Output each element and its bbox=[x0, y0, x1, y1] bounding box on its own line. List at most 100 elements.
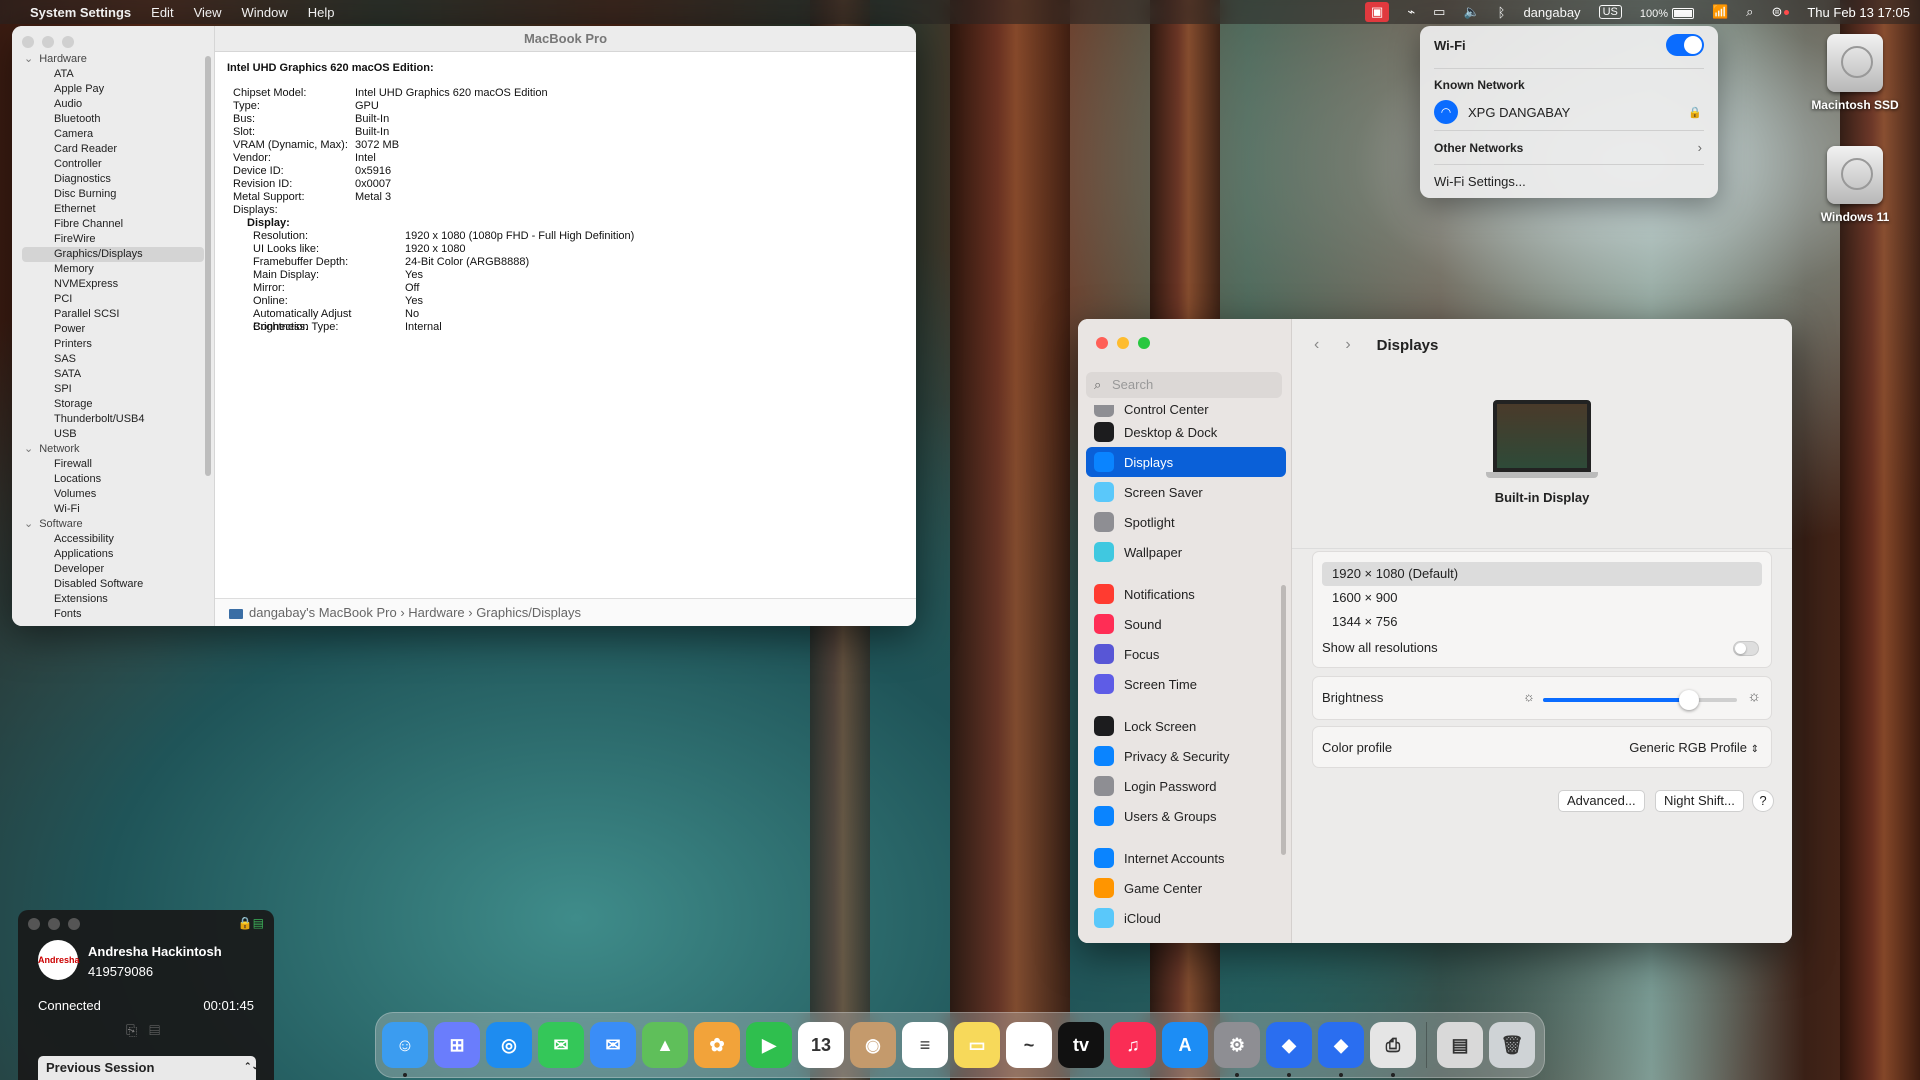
bluetooth-icon[interactable]: ᛒ bbox=[1498, 5, 1506, 20]
sidebar-item-spotlight[interactable]: Spotlight bbox=[1086, 507, 1286, 537]
control-center-icon[interactable]: ⊜ bbox=[1771, 4, 1790, 20]
dock-facetime[interactable]: ▶ bbox=[746, 1022, 792, 1068]
dock-finder[interactable]: ☺ bbox=[382, 1022, 428, 1077]
menu-help[interactable]: Help bbox=[308, 5, 335, 20]
dock-freeform[interactable]: ~ bbox=[1006, 1022, 1052, 1068]
sidebar-item[interactable]: Applications bbox=[12, 547, 214, 562]
battery-status[interactable]: 100% bbox=[1640, 5, 1694, 20]
minimize-button[interactable] bbox=[1117, 337, 1129, 349]
sidebar-item-sound[interactable]: Sound bbox=[1086, 609, 1286, 639]
resolution-option[interactable]: 1920 × 1080 (Default) bbox=[1322, 562, 1762, 586]
brightness-slider[interactable] bbox=[1543, 690, 1737, 710]
chevron-right-icon[interactable]: › bbox=[1698, 140, 1702, 155]
sidebar-item-internet-accounts[interactable]: Internet Accounts bbox=[1086, 843, 1286, 873]
sidebar-item[interactable]: Ethernet bbox=[12, 202, 214, 217]
dock-notes[interactable]: ▭ bbox=[954, 1022, 1000, 1068]
sidebar-item[interactable]: Printers bbox=[12, 337, 214, 352]
activity-monitor-icon[interactable]: ⌁ bbox=[1407, 4, 1415, 20]
wifi-icon[interactable]: 📶 bbox=[1712, 4, 1728, 20]
sidebar-item[interactable]: Accessibility bbox=[12, 532, 214, 547]
sidebar-item[interactable]: Disc Burning bbox=[12, 187, 214, 202]
dock-downloads[interactable]: ▤ bbox=[1437, 1022, 1483, 1068]
sidebar-item[interactable]: Diagnostics bbox=[12, 172, 214, 187]
dock-maps[interactable]: ▲ bbox=[642, 1022, 688, 1068]
laptop-icon[interactable] bbox=[1493, 400, 1591, 472]
chat-icon[interactable]: ▤ bbox=[149, 1022, 172, 1038]
dock-photos[interactable]: ✿ bbox=[694, 1022, 740, 1068]
show-all-toggle[interactable] bbox=[1733, 641, 1759, 656]
sidebar-item[interactable]: Parallel SCSI bbox=[12, 307, 214, 322]
app-menu[interactable]: System Settings bbox=[30, 5, 131, 20]
display-icon[interactable]: ▭ bbox=[1433, 4, 1445, 20]
sidebar-scrollbar[interactable] bbox=[1281, 585, 1286, 855]
other-networks[interactable]: Other Networks bbox=[1434, 141, 1523, 155]
sidebar-item[interactable]: Bluetooth bbox=[12, 112, 214, 127]
sidebar-item-login-password[interactable]: Login Password bbox=[1086, 771, 1286, 801]
sidebar-item[interactable]: SAS bbox=[12, 352, 214, 367]
dock-teamviewer[interactable]: ◆ bbox=[1266, 1022, 1312, 1077]
dock-system-settings[interactable]: ⚙ bbox=[1214, 1022, 1260, 1077]
dock-teamviewer-session[interactable]: ◆ bbox=[1318, 1022, 1364, 1077]
spotlight-icon[interactable]: ⌕ bbox=[1746, 4, 1753, 20]
file-transfer-icon[interactable]: ⎘ bbox=[126, 1022, 149, 1038]
sidebar-item[interactable]: SPI bbox=[12, 382, 214, 397]
sidebar-item-notifications[interactable]: Notifications bbox=[1086, 579, 1286, 609]
sidebar-item[interactable]: Fibre Channel bbox=[12, 217, 214, 232]
sidebar-item[interactable]: Camera bbox=[12, 127, 214, 142]
menu-window[interactable]: Window bbox=[242, 5, 288, 20]
resolution-option[interactable]: 1600 × 900 bbox=[1322, 586, 1762, 610]
sidebar-item-users-groups[interactable]: Users & Groups bbox=[1086, 801, 1286, 831]
slider-knob[interactable] bbox=[1678, 690, 1699, 710]
sidebar-item-desktop-dock[interactable]: Desktop & Dock bbox=[1086, 417, 1286, 447]
sidebar-item[interactable]: Disabled Software bbox=[12, 577, 214, 592]
sidebar-item[interactable]: Apple Pay bbox=[12, 82, 214, 97]
dock-trash[interactable]: 🗑 bbox=[1489, 1022, 1535, 1068]
dock-messages[interactable]: ✉ bbox=[538, 1022, 584, 1068]
sidebar-item-displays[interactable]: Displays bbox=[1086, 447, 1286, 477]
sidebar-item-lock-screen[interactable]: Lock Screen bbox=[1086, 711, 1286, 741]
dock-launchpad[interactable]: ⊞ bbox=[434, 1022, 480, 1068]
advanced-button[interactable]: Advanced... bbox=[1558, 790, 1645, 812]
sidebar-item[interactable]: FireWire bbox=[12, 232, 214, 247]
sidebar-item[interactable]: Wi-Fi bbox=[12, 502, 214, 517]
minimize-button[interactable] bbox=[48, 918, 60, 930]
close-button[interactable] bbox=[1096, 337, 1108, 349]
dock-mail[interactable]: ✉ bbox=[590, 1022, 636, 1068]
sidebar-item-icloud[interactable]: iCloud bbox=[1086, 903, 1286, 933]
sidebar-item-game-center[interactable]: Game Center bbox=[1086, 873, 1286, 903]
sidebar-item-screen-saver[interactable]: Screen Saver bbox=[1086, 477, 1286, 507]
sidebar-item[interactable]: ATA bbox=[12, 67, 214, 82]
sidebar-item-control-center[interactable]: Control Center bbox=[1086, 405, 1286, 417]
color-profile-select[interactable]: Generic RGB Profile ⇕ bbox=[1629, 740, 1759, 755]
sidebar-item[interactable]: Extensions bbox=[12, 592, 214, 607]
sidebar-item[interactable]: Storage bbox=[12, 397, 214, 412]
sidebar-item[interactable]: Thunderbolt/USB4 bbox=[12, 412, 214, 427]
lock-chat-icon[interactable]: 🔒▤ bbox=[238, 916, 264, 930]
dock-printer[interactable]: ⎙ bbox=[1370, 1022, 1416, 1077]
dock-reminders[interactable]: ≡ bbox=[902, 1022, 948, 1068]
sidebar-group[interactable]: Software bbox=[12, 517, 214, 532]
close-button[interactable] bbox=[28, 918, 40, 930]
volume-icon[interactable]: 🔈 bbox=[1463, 4, 1479, 20]
sidebar-item[interactable]: USB bbox=[12, 427, 214, 442]
menubar-user[interactable]: dangabay bbox=[1523, 5, 1580, 20]
dock-tv[interactable]: tv bbox=[1058, 1022, 1104, 1068]
help-button[interactable]: ? bbox=[1752, 790, 1774, 812]
wifi-settings-link[interactable]: Wi-Fi Settings... bbox=[1434, 174, 1526, 189]
dock-safari[interactable]: ◎ bbox=[486, 1022, 532, 1068]
sidebar-item-focus[interactable]: Focus bbox=[1086, 639, 1286, 669]
dock-contacts[interactable]: ◉ bbox=[850, 1022, 896, 1068]
sidebar-item[interactable]: Graphics/Displays bbox=[22, 247, 204, 262]
sidebar-item[interactable]: Volumes bbox=[12, 487, 214, 502]
sidebar-item[interactable]: Controller bbox=[12, 157, 214, 172]
sidebar-item[interactable]: Firewall bbox=[12, 457, 214, 472]
close-button[interactable] bbox=[22, 36, 34, 48]
screen-recording-icon[interactable]: ▣ bbox=[1365, 2, 1390, 22]
zoom-button[interactable] bbox=[68, 918, 80, 930]
minimize-button[interactable] bbox=[42, 36, 54, 48]
back-button[interactable]: ‹ bbox=[1314, 336, 1319, 354]
network-item[interactable]: ◠ XPG DANGABAY bbox=[1434, 100, 1570, 124]
sidebar-item[interactable]: NVMExpress bbox=[12, 277, 214, 292]
sidebar-item[interactable]: Card Reader bbox=[12, 142, 214, 157]
sidebar-item-wallpaper[interactable]: Wallpaper bbox=[1086, 537, 1286, 567]
